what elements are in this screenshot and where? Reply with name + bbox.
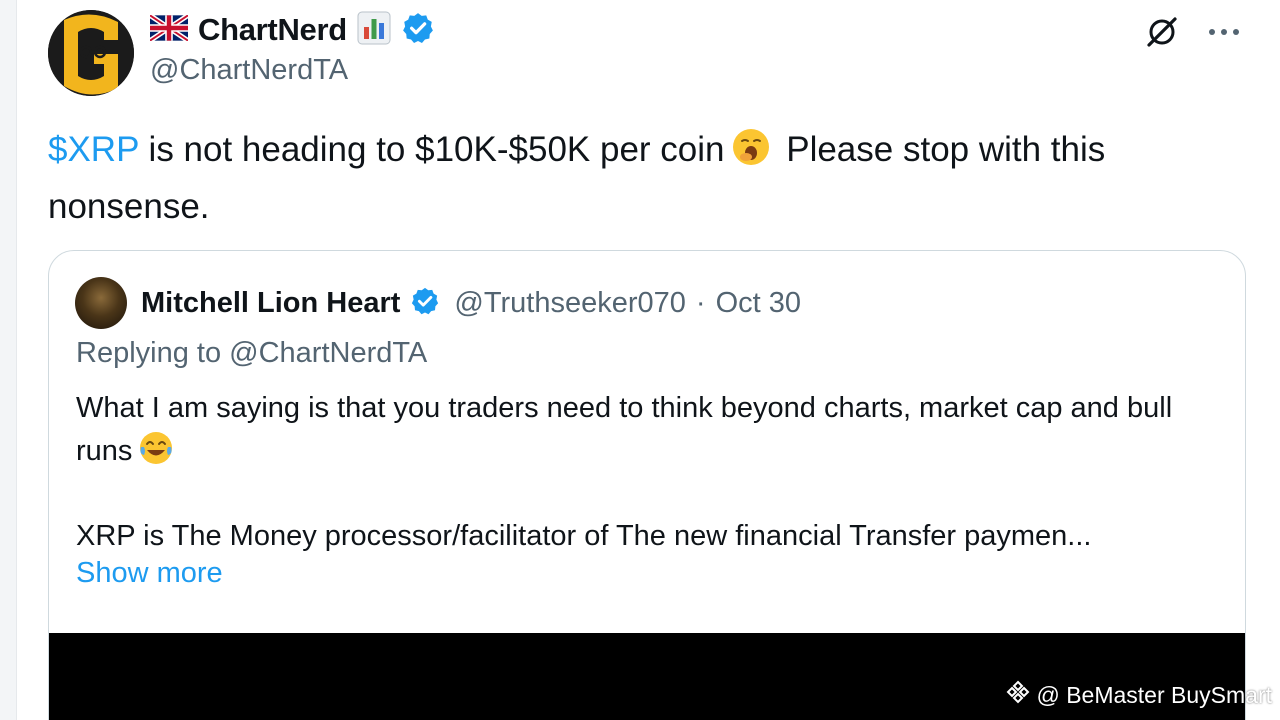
quoted-tweet-body-line1: What I am saying is that you traders nee…	[76, 387, 1216, 479]
author-avatar[interactable]	[48, 10, 134, 96]
quoted-author-name[interactable]: Mitchell Lion Heart	[141, 287, 400, 320]
verified-badge-icon	[410, 286, 440, 321]
tweet-text-part1: is not heading to $10K-$50K per coin	[138, 130, 725, 169]
separator-dot: ·	[695, 286, 706, 319]
yawning-face-icon	[731, 127, 771, 181]
header-actions	[1142, 12, 1244, 52]
author-handle[interactable]: @ChartNerdTA	[150, 54, 348, 87]
quoted-body-text: What I am saying is that you traders nee…	[76, 392, 1173, 467]
more-icon[interactable]	[1204, 12, 1244, 52]
cashtag-link[interactable]: $XRP	[48, 130, 139, 169]
watermark: @ BeMaster BuySmart	[1006, 680, 1272, 710]
replying-to-text: Replying to @ChartNerdTA	[76, 337, 428, 369]
watermark-text: @ BeMaster BuySmart	[1036, 681, 1272, 708]
show-more-link[interactable]: Show more	[76, 557, 223, 590]
bar-chart-icon	[357, 11, 391, 50]
left-edge-divider	[0, 0, 17, 720]
quoted-tweet-header: Mitchell Lion Heart @Truthseeker070 · Oc…	[75, 277, 801, 329]
tears-of-joy-icon	[138, 430, 174, 479]
author-name-row: ChartNerd	[148, 8, 435, 52]
quoted-tweet-body-line2: XRP is The Money processor/facilitator o…	[76, 520, 1092, 552]
uk-flag-icon	[148, 12, 190, 46]
verified-badge-icon	[401, 11, 435, 50]
quoted-tweet-date[interactable]: Oct 30	[716, 287, 801, 320]
quoted-author-avatar[interactable]	[75, 277, 127, 329]
tweet-text: $XRP is not heading to $10K-$50K per coi…	[48, 124, 1238, 232]
tweet-screenshot: ChartNerd @ChartNerdTA $XRP is not headi…	[0, 0, 1280, 720]
author-name[interactable]: ChartNerd	[198, 12, 347, 48]
quoted-author-handle[interactable]: @Truthseeker070	[454, 287, 685, 320]
quoted-tweet-card[interactable]: Mitchell Lion Heart @Truthseeker070 · Oc…	[48, 250, 1246, 720]
grok-icon[interactable]	[1142, 12, 1182, 52]
binance-logo-icon	[1006, 680, 1030, 710]
